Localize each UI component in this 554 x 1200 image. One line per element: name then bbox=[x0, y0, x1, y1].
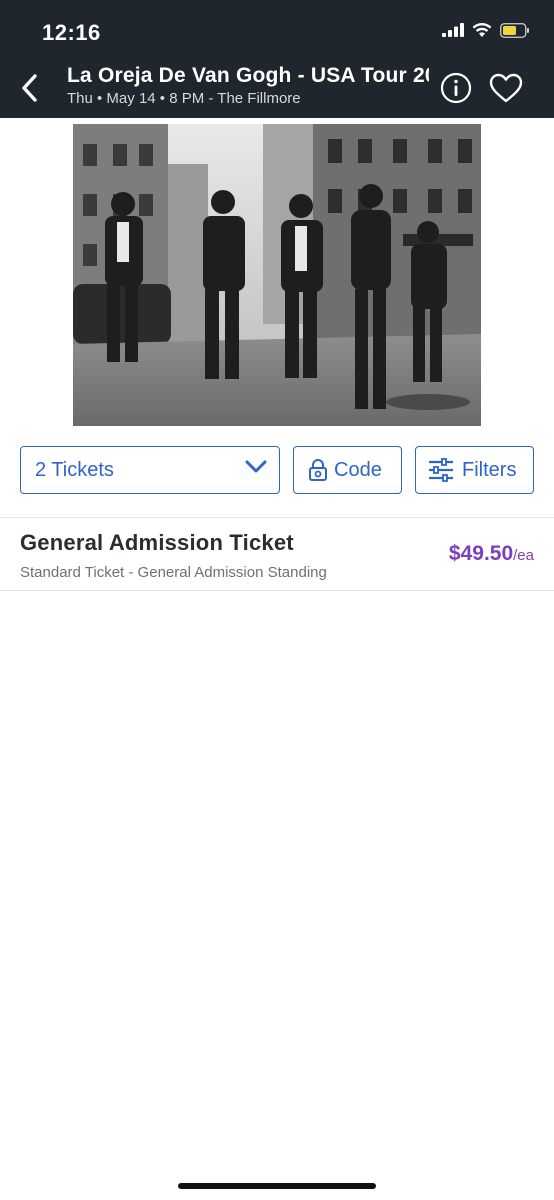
app-header: 12:16 La Oreja De Van Gogh - USA Tour 20… bbox=[0, 0, 554, 118]
ticket-controls: 2 Tickets Code Filters bbox=[20, 446, 534, 496]
price-value: $49.50 bbox=[448, 542, 514, 565]
code-button[interactable]: Code bbox=[293, 446, 402, 494]
ticket-listing-row[interactable]: General Admission Ticket Standard Ticket… bbox=[0, 518, 554, 590]
favorite-button[interactable] bbox=[488, 72, 524, 104]
back-button[interactable] bbox=[12, 66, 46, 110]
lock-icon bbox=[309, 459, 327, 481]
battery-icon bbox=[500, 22, 529, 38]
code-label: Code bbox=[334, 458, 382, 481]
heart-icon bbox=[489, 73, 523, 103]
ticket-quantity-select[interactable]: 2 Tickets bbox=[20, 446, 280, 494]
event-hero-image bbox=[73, 124, 481, 426]
listing-price: $49.50/ea bbox=[449, 542, 534, 566]
listing-title: General Admission Ticket bbox=[20, 530, 294, 555]
listing-subtitle: Standard Ticket - General Admission Stan… bbox=[20, 564, 327, 581]
ticket-quantity-label: 2 Tickets bbox=[35, 458, 114, 481]
info-icon bbox=[440, 72, 472, 104]
status-time: 12:16 bbox=[42, 20, 101, 45]
divider bbox=[0, 590, 554, 591]
sliders-icon bbox=[429, 458, 453, 482]
event-title: La Oreja De Van Gogh - USA Tour 2020 bbox=[67, 64, 429, 87]
chevron-left-icon bbox=[22, 74, 37, 102]
filters-button[interactable]: Filters bbox=[415, 446, 534, 494]
chevron-down-icon bbox=[245, 460, 267, 473]
cellular-signal-icon bbox=[442, 23, 464, 37]
status-icons bbox=[442, 22, 530, 38]
price-unit: /ea bbox=[513, 547, 534, 564]
band-photo bbox=[73, 124, 481, 426]
info-button[interactable] bbox=[440, 72, 472, 104]
home-indicator[interactable] bbox=[178, 1183, 376, 1189]
event-subtitle: Thu • May 14 • 8 PM - The Fillmore bbox=[67, 90, 301, 107]
wifi-icon bbox=[472, 22, 492, 37]
filters-label: Filters bbox=[462, 458, 517, 481]
